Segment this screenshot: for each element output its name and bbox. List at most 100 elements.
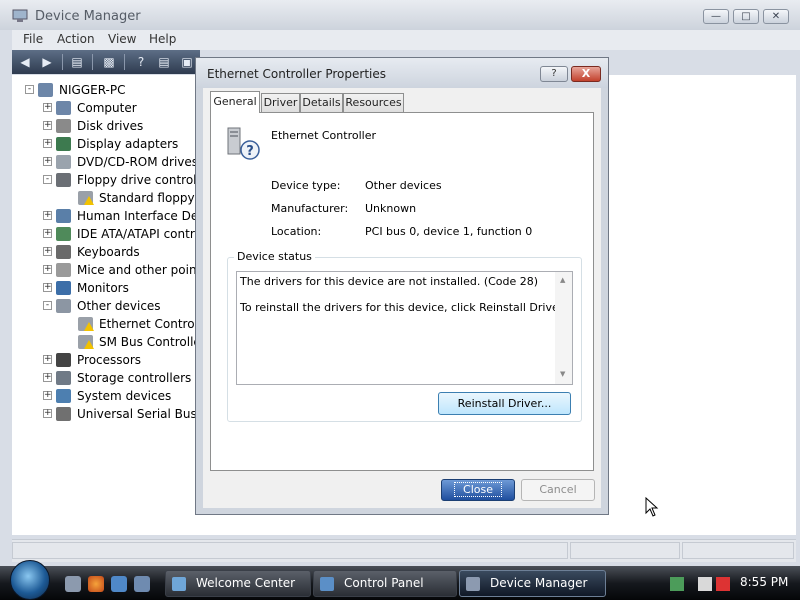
status-bar (12, 539, 796, 562)
quick-launch-icon[interactable] (134, 576, 150, 592)
expand-icon[interactable]: + (43, 409, 52, 418)
toolbar: ◀ ▶ ▤ ▩ ? ▤ ▣ (12, 50, 200, 74)
device-name: Ethernet Controller (271, 129, 376, 142)
tree-node-label: Processors (77, 353, 142, 367)
volume-muted-icon[interactable] (716, 577, 730, 591)
menu-view[interactable]: View (108, 32, 136, 46)
expand-icon[interactable]: + (43, 121, 52, 130)
forward-arrow-icon[interactable]: ▶ (38, 53, 56, 71)
expand-icon[interactable]: + (43, 391, 52, 400)
tree-node[interactable]: + Mice and other pointing devices (12, 261, 196, 279)
status-pane (682, 542, 794, 559)
help-icon[interactable]: ? (132, 53, 150, 71)
warning-icon (84, 340, 94, 349)
device-status-label: Device status (234, 250, 315, 263)
expand-icon[interactable]: + (43, 247, 52, 256)
control-panel-icon (320, 577, 334, 591)
tree-node[interactable]: SM Bus Controller (12, 333, 196, 351)
tree-node-label: Standard floppy disk controller (99, 191, 196, 205)
scan-hardware-icon[interactable]: ▣ (178, 53, 196, 71)
tab-driver[interactable]: Driver (261, 93, 300, 112)
expand-icon[interactable]: + (43, 211, 52, 220)
tree-node[interactable]: + Keyboards (12, 243, 196, 261)
reinstall-driver-button[interactable]: Reinstall Driver... (438, 392, 571, 415)
tree-node[interactable]: + Computer (12, 99, 196, 117)
tree-node-label: Universal Serial Bus controllers (77, 407, 196, 421)
expand-icon[interactable]: + (43, 229, 52, 238)
maximize-button[interactable]: □ (733, 9, 759, 24)
manufacturer-label: Manufacturer: (271, 202, 349, 215)
network-icon[interactable] (670, 577, 684, 591)
title-bar[interactable]: Device Manager — □ ✕ (0, 0, 800, 30)
tree-node[interactable]: - NIGGER-PC (12, 81, 196, 99)
status-pane (12, 542, 568, 559)
manufacturer-value: Unknown (365, 202, 417, 215)
firefox-icon[interactable] (88, 576, 104, 592)
minimize-button[interactable]: — (703, 9, 729, 24)
expand-icon[interactable]: + (43, 103, 52, 112)
clock[interactable]: 8:55 PM (740, 575, 788, 589)
dialog-help-button[interactable]: ? (540, 66, 568, 82)
tree-node[interactable]: + Universal Serial Bus controllers (12, 405, 196, 423)
collapse-icon[interactable]: - (43, 301, 52, 310)
device-status-textbox[interactable]: The drivers for this device are not inst… (236, 271, 573, 385)
dvd-drive-icon (56, 155, 71, 169)
menu-action[interactable]: Action (57, 32, 95, 46)
dialog-close-button[interactable]: X (571, 66, 601, 82)
scroll-down-icon[interactable]: ▼ (560, 370, 565, 378)
warning-device-icon (78, 191, 94, 205)
status-scrollbar[interactable]: ▲ ▼ (555, 272, 572, 384)
device-type-value: Other devices (365, 179, 442, 192)
menu-help[interactable]: Help (149, 32, 176, 46)
tree-node[interactable]: + System devices (12, 387, 196, 405)
tab-details[interactable]: Details (300, 93, 343, 112)
dialog-title-bar[interactable]: Ethernet Controller Properties ? X (196, 58, 608, 88)
toolbar-separator (92, 54, 93, 70)
close-window-button[interactable]: ✕ (763, 9, 789, 24)
tree-node[interactable]: + Monitors (12, 279, 196, 297)
collapse-icon[interactable]: - (25, 85, 34, 94)
tree-node[interactable]: + Disk drives (12, 117, 196, 135)
taskbar-button[interactable]: Welcome Center (165, 570, 311, 597)
taskbar-button[interactable]: Device Manager (459, 570, 606, 597)
switch-windows-icon[interactable] (111, 576, 127, 592)
tree-node-label: Floppy drive controllers (77, 173, 196, 187)
view-icon[interactable]: ▤ (155, 53, 173, 71)
tree-node[interactable]: - Other devices (12, 297, 196, 315)
tree-node[interactable]: + DVD/CD-ROM drives (12, 153, 196, 171)
volume-icon[interactable] (698, 577, 712, 591)
expand-icon[interactable]: + (43, 265, 52, 274)
tree-node[interactable]: + Display adapters (12, 135, 196, 153)
computer-icon (56, 101, 71, 115)
cancel-button[interactable]: Cancel (521, 479, 595, 501)
expand-icon[interactable]: + (43, 283, 52, 292)
tree-node-label: Keyboards (77, 245, 140, 259)
show-desktop-icon[interactable] (65, 576, 81, 592)
expand-icon[interactable]: + (43, 373, 52, 382)
tree-node-label: IDE ATA/ATAPI controllers (77, 227, 196, 241)
storage-controller-icon (56, 371, 71, 385)
menu-file[interactable]: File (23, 32, 43, 46)
close-button[interactable]: Close (441, 479, 515, 501)
expand-icon[interactable]: + (43, 355, 52, 364)
tree-node[interactable]: Standard floppy disk controller (12, 189, 196, 207)
show-hide-tree-icon[interactable]: ▤ (68, 53, 86, 71)
back-arrow-icon[interactable]: ◀ (16, 53, 34, 71)
start-button[interactable] (10, 560, 50, 600)
tree-node[interactable]: + IDE ATA/ATAPI controllers (12, 225, 196, 243)
tree-node[interactable]: + Human Interface Devices (12, 207, 196, 225)
expand-icon[interactable]: + (43, 157, 52, 166)
tree-node[interactable]: - Floppy drive controllers (12, 171, 196, 189)
expand-icon[interactable]: + (43, 139, 52, 148)
tree-node[interactable]: Ethernet Controller (12, 315, 196, 333)
tab-general[interactable]: General (210, 91, 260, 113)
collapse-icon[interactable]: - (43, 175, 52, 184)
toolbar-separator (124, 54, 125, 70)
tree-node-label: System devices (77, 389, 172, 403)
tree-node[interactable]: + Processors (12, 351, 196, 369)
properties-icon[interactable]: ▩ (100, 53, 118, 71)
scroll-up-icon[interactable]: ▲ (560, 276, 565, 284)
tree-node[interactable]: + Storage controllers (12, 369, 196, 387)
tab-resources[interactable]: Resources (343, 93, 404, 112)
taskbar-button[interactable]: Control Panel (313, 570, 457, 597)
